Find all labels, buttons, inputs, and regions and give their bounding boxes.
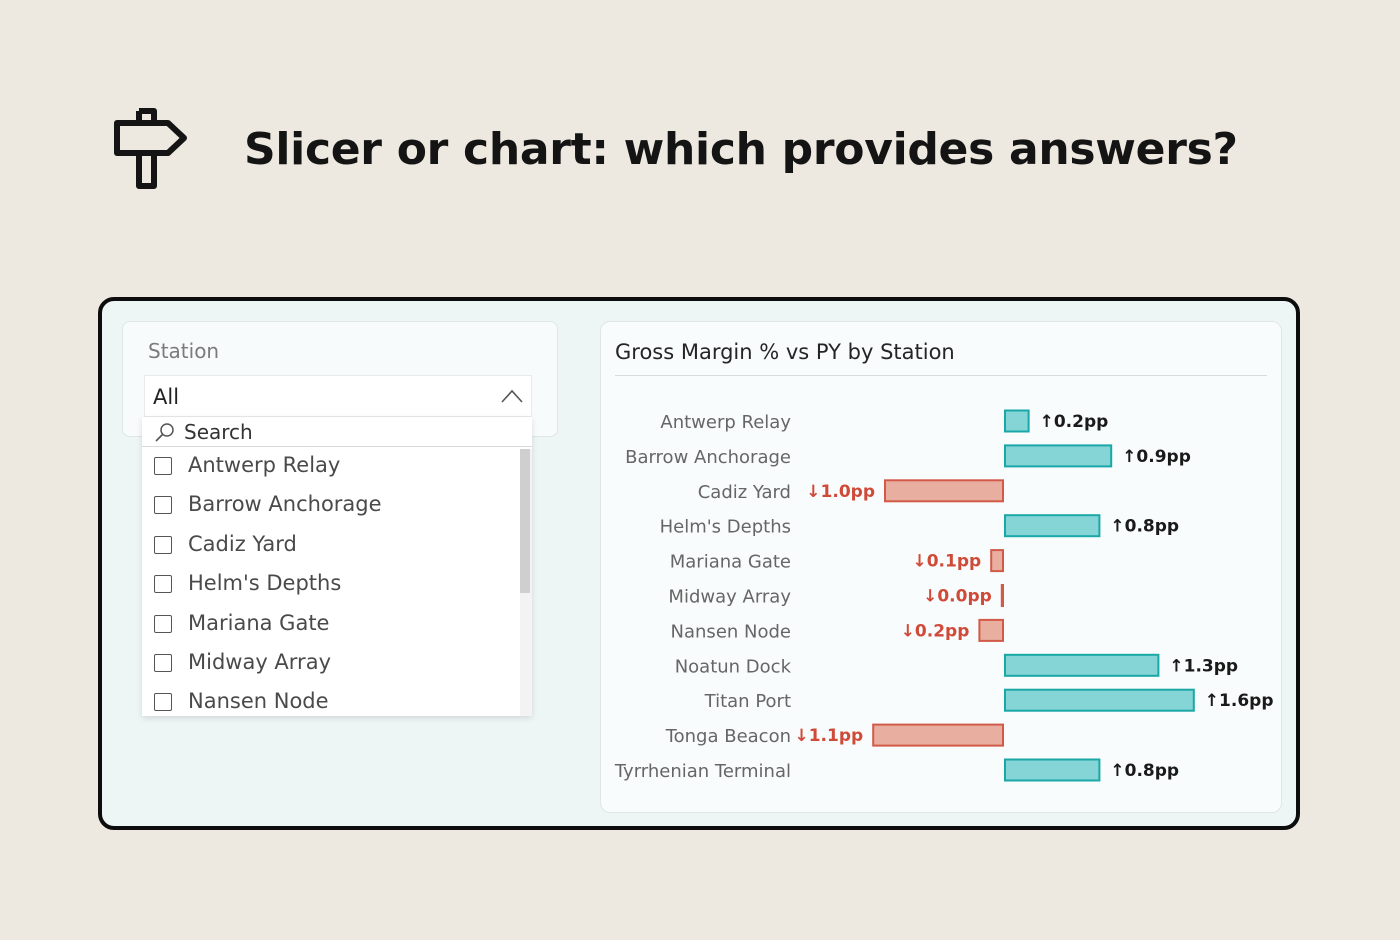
data-label-cadiz-yard: ↓1.0pp (806, 482, 875, 502)
data-label-mariana-gate: ↓0.1pp (912, 552, 981, 572)
data-label-noatun-dock: ↑1.3pp (1169, 656, 1238, 676)
bar-tonga-beacon[interactable] (872, 723, 1005, 747)
data-label-antwerp-relay: ↑0.2pp (1040, 412, 1109, 432)
slicer-title: Station (148, 339, 220, 363)
bar-cadiz-yard[interactable] (884, 479, 1004, 503)
slicer-item-mariana-gate[interactable]: Mariana Gate (142, 607, 520, 646)
bar-nansen-node[interactable] (978, 618, 1004, 642)
report-canvas: Station All Antwerp Relay Barrow Anchora… (98, 297, 1300, 830)
checkbox[interactable] (154, 535, 172, 554)
bar-midway-array[interactable] (1000, 584, 1004, 607)
category-label-mariana-gate: Mariana Gate (670, 552, 791, 573)
scrollbar-thumb[interactable] (520, 449, 530, 593)
category-label-antwerp-relay: Antwerp Relay (660, 412, 791, 433)
checkbox[interactable] (154, 496, 172, 515)
slicer-item-label: Cadiz Yard (188, 531, 297, 556)
data-label-nansen-node: ↓0.2pp (901, 621, 970, 641)
scrollbar[interactable] (520, 449, 532, 716)
bar-chart: Antwerp Relay ↑0.2pp Barrow Anchorage ↑0.9p… (614, 409, 1274, 782)
slicer-item-label: Helm's Depths (188, 571, 342, 596)
bar-barrow-anchorage[interactable] (1004, 444, 1113, 468)
slicer-item-label: Nansen Node (188, 689, 329, 714)
bar-antwerp-relay[interactable] (1004, 409, 1030, 433)
search-row (142, 417, 532, 447)
category-label-cadiz-yard: Cadiz Yard (698, 482, 791, 503)
checkbox[interactable] (154, 693, 172, 712)
checkbox[interactable] (154, 653, 172, 672)
chevron-up-icon[interactable] (501, 388, 523, 404)
slicer-item-antwerp-relay[interactable]: Antwerp Relay (142, 449, 520, 488)
signpost-icon (114, 108, 187, 189)
slicer-dropdown-panel: Antwerp Relay Barrow Anchorage Cadiz Yar… (142, 417, 532, 716)
slicer-item-label: Antwerp Relay (188, 453, 341, 477)
checkbox[interactable] (154, 575, 172, 594)
slicer-list: Antwerp Relay Barrow Anchorage Cadiz Yar… (142, 449, 520, 716)
slicer-item-label: Mariana Gate (188, 610, 330, 635)
category-label-tyrrhenian-terminal: Tyrrhenian Terminal (614, 761, 791, 782)
checkbox[interactable] (154, 614, 172, 633)
category-label-midway-array: Midway Array (668, 587, 791, 608)
bar-noatun-dock[interactable] (1004, 653, 1160, 677)
slicer-selected-value: All (153, 385, 180, 409)
search-icon (155, 423, 174, 442)
bar-tyrrhenian-terminal[interactable] (1004, 758, 1101, 782)
category-label-titan-port: Titan Port (704, 691, 791, 712)
category-label-helm-s-depths: Helm's Depths (660, 517, 791, 538)
bar-titan-port[interactable] (1004, 688, 1195, 712)
bar-mariana-gate[interactable] (990, 549, 1005, 573)
chart-card: Gross Margin % vs PY by Station Antwerp … (600, 321, 1282, 813)
category-label-tonga-beacon: Tonga Beacon (665, 726, 791, 747)
category-label-barrow-anchorage: Barrow Anchorage (625, 447, 791, 468)
slicer-item-nansen-node[interactable]: Nansen Node (142, 685, 520, 716)
slicer-item-label: Midway Array (188, 649, 331, 674)
slicer-item-helms-depths[interactable]: Helm's Depths (142, 567, 520, 606)
category-label-noatun-dock: Noatun Dock (675, 656, 792, 677)
data-label-barrow-anchorage: ↑0.9pp (1122, 447, 1191, 467)
slicer-item-label: Barrow Anchorage (188, 492, 382, 517)
data-label-helm-s-depths: ↑0.8pp (1110, 517, 1179, 537)
data-label-tyrrhenian-terminal: ↑0.8pp (1110, 761, 1179, 781)
checkbox[interactable] (154, 457, 172, 475)
slicer-item-cadiz-yard[interactable]: Cadiz Yard (142, 528, 520, 567)
bar-helm-s-depths[interactable] (1004, 514, 1101, 538)
data-label-tonga-beacon: ↓1.1pp (794, 726, 863, 746)
search-input[interactable] (184, 419, 484, 445)
page-title: Slicer or chart: which provides answers? (244, 124, 1238, 175)
data-label-midway-array: ↓0.0pp (923, 587, 992, 607)
data-label-titan-port: ↑1.6pp (1205, 691, 1274, 711)
slicer-item-midway-array[interactable]: Midway Array (142, 646, 520, 685)
slicer-item-barrow-anchorage[interactable]: Barrow Anchorage (142, 488, 520, 527)
category-label-nansen-node: Nansen Node (671, 621, 791, 642)
slicer-dropdown[interactable]: All (144, 375, 532, 417)
